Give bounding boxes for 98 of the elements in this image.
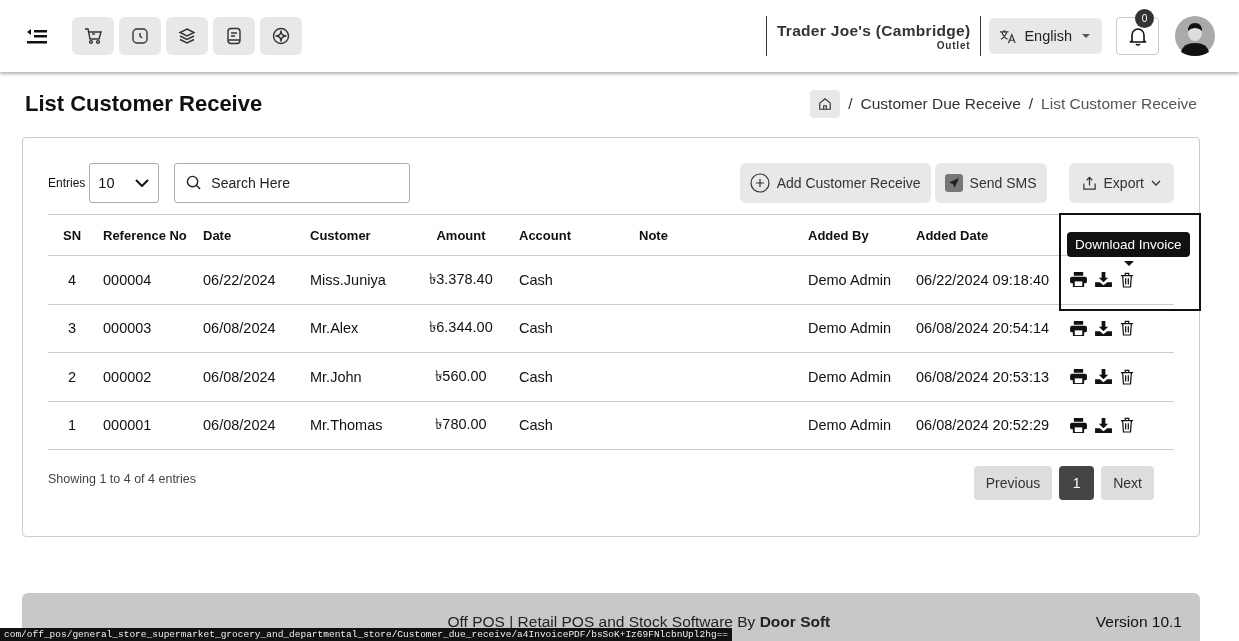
store-name: Trader Joe's (Cambridge) — [776, 21, 971, 40]
home-button[interactable] — [810, 90, 841, 118]
avatar[interactable] — [1175, 16, 1215, 56]
trash-icon[interactable] — [1120, 417, 1134, 434]
breadcrumb-link[interactable]: Customer Due Receive — [860, 95, 1021, 113]
send-sms-button[interactable]: Send SMS — [934, 163, 1047, 203]
bell-icon — [1127, 25, 1148, 47]
table-cell-text: Mr.Thomas — [310, 417, 384, 434]
upload-icon — [1081, 175, 1097, 191]
table-cell-text: Cash — [518, 320, 554, 337]
compass-button[interactable] — [260, 17, 302, 55]
entries-summary: Showing 1 to 4 of 4 entries — [48, 472, 196, 486]
store-type: Outlet — [936, 39, 971, 51]
cart-button[interactable] — [72, 17, 114, 55]
search-field[interactable]: Search Here — [174, 163, 411, 203]
table-cell-text: 3 — [66, 320, 78, 337]
chevron-down-icon — [1151, 180, 1161, 186]
language-dropdown[interactable]: English — [989, 18, 1102, 54]
table-cell-text: 000003 — [102, 320, 153, 337]
breadcrumb-separator: / — [848, 95, 853, 113]
column-header: Note — [639, 227, 669, 243]
download-icon[interactable] — [1095, 417, 1112, 433]
table-cell-text: Demo Admin — [808, 368, 892, 385]
layers-button[interactable] — [166, 17, 208, 55]
page-button[interactable]: 1 — [1059, 466, 1095, 500]
print-icon[interactable] — [1070, 320, 1087, 336]
translate-icon — [999, 28, 1019, 44]
version-label: Version 10.1 — [1095, 613, 1182, 631]
table-cell-text: 2 — [66, 368, 78, 385]
home-icon — [818, 97, 833, 111]
print-icon[interactable] — [1070, 369, 1087, 385]
breadcrumb-current: List Customer Receive — [1041, 95, 1197, 113]
table-cell-text: ৳780.00 — [434, 415, 488, 435]
send-icon — [944, 174, 963, 192]
table-cell-text: Miss.Juniya — [310, 271, 387, 288]
search-icon — [186, 175, 202, 190]
page-title: List Customer Receive — [25, 91, 263, 117]
tooltip-arrow — [1124, 261, 1134, 266]
column-header: Reference No — [102, 227, 188, 243]
breadcrumb-separator: / — [1028, 95, 1034, 113]
table-cell-text: 06/08/2024 20:54:14 — [916, 320, 1051, 337]
column-header: SN — [61, 227, 83, 243]
table-cell-text: ৳6.344.00 — [428, 318, 494, 338]
menu-icon[interactable] — [26, 27, 48, 45]
table-cell-text: 000004 — [102, 271, 153, 288]
entries-select[interactable]: 10 — [89, 163, 160, 203]
layers-icon — [177, 26, 197, 46]
print-icon[interactable] — [1070, 417, 1087, 433]
tooltip: Download Invoice — [1067, 232, 1190, 257]
table-cell-text: 06/08/2024 — [203, 417, 277, 434]
table-cell-text: Demo Admin — [808, 271, 892, 288]
table-cell-text: Mr.John — [310, 368, 363, 385]
table-cell-text: Demo Admin — [808, 320, 892, 337]
table-cell-text: Cash — [518, 417, 554, 434]
column-header: Customer — [310, 227, 372, 243]
document-icon — [224, 26, 244, 46]
table-cell-text: 06/22/2024 — [203, 271, 277, 288]
table-cell-text: Mr.Alex — [310, 320, 360, 337]
table-cell-text: Cash — [518, 368, 554, 385]
entries-label: Entries — [48, 176, 86, 190]
column-header: Account — [518, 227, 572, 243]
trash-icon[interactable] — [1120, 271, 1134, 288]
table-cell-text: ৳3.378.40 — [428, 269, 494, 289]
trash-icon[interactable] — [1120, 368, 1134, 385]
compass-icon — [271, 26, 291, 46]
table-cell-text: Cash — [518, 271, 554, 288]
clock-icon — [130, 26, 150, 46]
table-cell-text: 1 — [66, 417, 78, 434]
table-cell-text: 06/08/2024 20:53:13 — [916, 368, 1051, 385]
download-icon[interactable] — [1095, 272, 1112, 288]
table-cell-text: ৳560.00 — [434, 366, 488, 386]
column-header: Date — [203, 227, 233, 243]
previous-button[interactable]: Previous — [973, 466, 1053, 500]
download-icon[interactable] — [1095, 320, 1112, 336]
trash-icon[interactable] — [1120, 320, 1134, 337]
clock-button[interactable] — [119, 17, 161, 55]
table-cell-text: 06/08/2024 20:52:29 — [916, 417, 1051, 434]
table-cell-text: 06/08/2024 — [203, 368, 277, 385]
download-icon[interactable] — [1095, 369, 1112, 385]
plus-circle-icon — [749, 173, 770, 193]
table-cell-text: Demo Admin — [808, 417, 892, 434]
column-header: Added By — [808, 227, 870, 243]
table-cell-text: 06/22/2024 09:18:40 — [916, 271, 1051, 288]
table-cell-text: 06/08/2024 — [203, 320, 277, 337]
table-cell-text: 000002 — [102, 368, 153, 385]
table-cell-text: 4 — [66, 271, 78, 288]
print-icon[interactable] — [1070, 272, 1087, 288]
caret-icon — [1082, 34, 1090, 38]
chevron-down-icon — [135, 179, 150, 187]
column-header: Added Date — [916, 227, 990, 243]
column-header: Amount — [435, 227, 487, 243]
next-button[interactable]: Next — [1101, 466, 1154, 500]
add-button[interactable]: Add Customer Receive — [739, 163, 931, 203]
cart-icon — [83, 26, 103, 46]
table-cell-text: 000001 — [102, 417, 153, 434]
document-button[interactable] — [213, 17, 255, 55]
export-button[interactable]: Export — [1068, 163, 1174, 203]
status-bar-url: com/off_pos/general_store_supermarket_grocery_and_departmental_store/Customer_due_receive/a4InvoicePDF/bsSoK+Iz69FNlcbnUpl2hg== — [0, 628, 733, 641]
